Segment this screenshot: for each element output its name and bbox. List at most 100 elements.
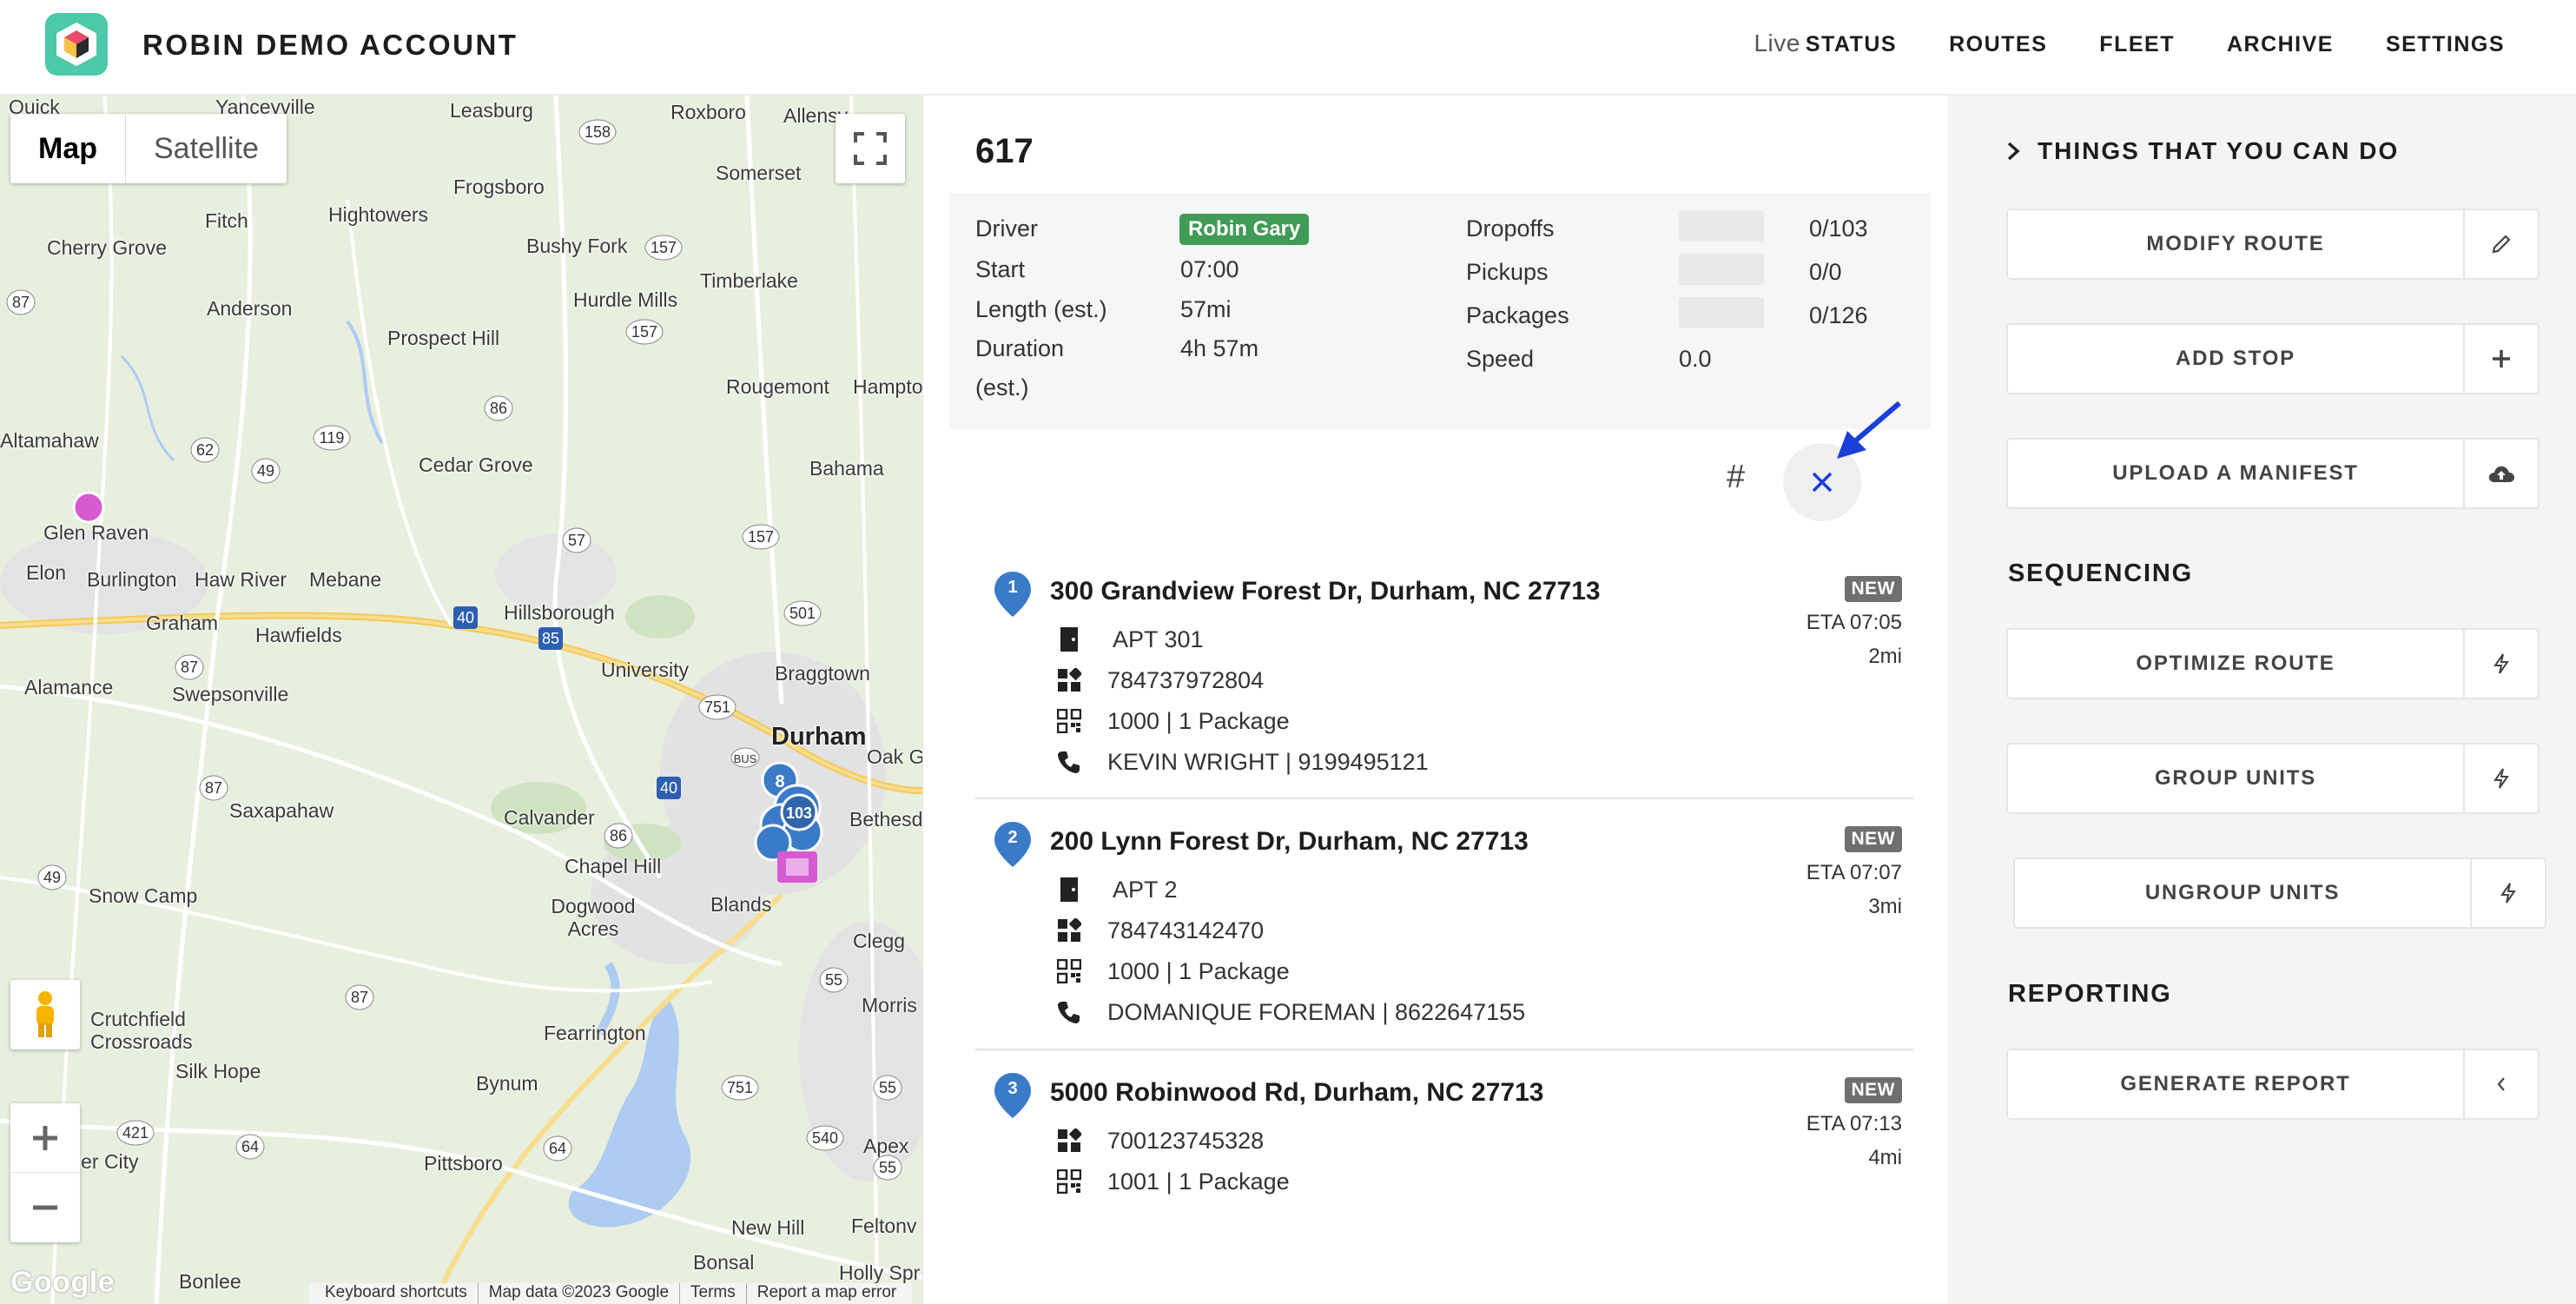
nav-live-status[interactable]: Live STATUS: [1754, 30, 1897, 57]
stop-number-pin: 2: [993, 820, 1033, 869]
generate-report-button[interactable]: GENERATE REPORT: [2006, 1049, 2540, 1120]
map-label: Hampto: [853, 375, 922, 398]
length-label: Length (est.): [975, 296, 1107, 322]
main-nav: Live STATUS ROUTES FLEET ARCHIVE SETTINGS: [1754, 30, 2505, 57]
map-label: Cedar Grove: [419, 453, 533, 476]
hash-toggle[interactable]: #: [1727, 459, 1745, 496]
map-label: Alamance: [24, 676, 114, 698]
map-label: Graham: [146, 612, 219, 634]
stop-contact: DOMANIQUE FOREMAN | 8622647155: [1107, 999, 1526, 1025]
map-label: Elon: [26, 561, 67, 584]
nav-fleet[interactable]: FLEET: [2099, 32, 2175, 57]
map-label: Snow Camp: [89, 884, 198, 907]
svg-text:157: 157: [651, 239, 677, 256]
driver-name-badge[interactable]: Robin Gary: [1179, 214, 1310, 245]
map-type-toggle: Map Satellite: [10, 114, 287, 183]
stop-address[interactable]: 5000 Robinwood Rd, Durham, NC 27713: [1050, 1078, 1543, 1108]
map-label: Oak G: [867, 745, 922, 768]
keyboard-shortcuts-link[interactable]: Keyboard shortcuts: [314, 1283, 479, 1304]
qr-code-icon: [1054, 956, 1085, 987]
pickups-value: 0/0: [1809, 259, 1842, 285]
map-label: Mebane: [309, 568, 382, 591]
nav-archive[interactable]: ARCHIVE: [2227, 32, 2334, 57]
new-badge: NEW: [1844, 1077, 1902, 1103]
map-label: New Hill: [731, 1216, 805, 1239]
zoom-in-button[interactable]: [10, 1103, 80, 1173]
svg-text:751: 751: [727, 1079, 753, 1096]
map-label: Clegg: [853, 930, 906, 952]
map-type-satellite-button[interactable]: Satellite: [126, 114, 287, 183]
svg-text:157: 157: [631, 323, 657, 341]
map-type-map-button[interactable]: Map: [10, 114, 126, 183]
map-label: Leasburg: [450, 99, 533, 122]
fullscreen-button[interactable]: [836, 114, 905, 183]
terms-link[interactable]: Terms: [680, 1283, 747, 1304]
stop-apartment: APT 2: [1113, 877, 1178, 903]
ungroup-units-button[interactable]: UNGROUP UNITS: [2013, 857, 2546, 929]
actions-panel: THINGS THAT YOU CAN DO MODIFY ROUTE ADD …: [1947, 96, 2576, 1304]
route-map[interactable]: 8 103 158 157 157 87 86 62 119 49 57 157…: [0, 96, 922, 1304]
street-view-pegman[interactable]: [10, 980, 80, 1049]
map-label: Bynum: [476, 1072, 538, 1095]
zoom-out-button[interactable]: [10, 1173, 80, 1242]
things-you-can-do-toggle[interactable]: THINGS THAT YOU CAN DO: [2006, 137, 2399, 165]
nav-settings[interactable]: SETTINGS: [2386, 32, 2505, 57]
modify-route-button[interactable]: MODIFY ROUTE: [2006, 209, 2540, 280]
pegman-icon: [36, 991, 54, 1037]
map-label: Holly Spr: [839, 1261, 921, 1284]
svg-text:87: 87: [12, 294, 30, 311]
stop-distance: 4mi: [1868, 1146, 1902, 1169]
chevron-left-icon: [2463, 1050, 2538, 1118]
map-label: Somerset: [716, 162, 802, 184]
chevron-right-icon: [2007, 142, 2020, 161]
door-icon: [1054, 874, 1085, 905]
stop-divider: [975, 1049, 1913, 1050]
google-logo[interactable]: Google: [10, 1266, 115, 1300]
map-label: Feltonv: [851, 1215, 917, 1237]
map-label: Calvander: [504, 806, 595, 829]
map-label: Roxboro: [670, 101, 746, 123]
dropoffs-value: 0/103: [1809, 215, 1868, 242]
plus-icon: [2463, 325, 2538, 393]
svg-text:40: 40: [457, 609, 474, 626]
report-map-error-link[interactable]: Report a map error: [747, 1283, 908, 1304]
map-label-city: Durham: [771, 723, 867, 751]
map-label: Apex: [863, 1135, 909, 1157]
svg-text:86: 86: [610, 827, 627, 844]
svg-text:64: 64: [241, 1138, 259, 1155]
account-name: ROBIN DEMO ACCOUNT: [142, 29, 519, 61]
map-label: Bonlee: [179, 1270, 241, 1293]
svg-text:49: 49: [43, 869, 61, 886]
map-label: Bethesd: [849, 808, 922, 831]
stop-distance: 2mi: [1868, 645, 1902, 668]
driver-label: Driver: [975, 215, 1038, 242]
stop-address[interactable]: 200 Lynn Forest Dr, Durham, NC 27713: [1050, 827, 1529, 857]
add-stop-button[interactable]: ADD STOP: [2006, 323, 2540, 394]
cloud-upload-icon: [2463, 440, 2538, 507]
barcode-grid-icon: [1054, 1125, 1085, 1156]
add-stop-label: ADD STOP: [2176, 347, 2295, 370]
optimize-route-button[interactable]: OPTIMIZE ROUTE: [2006, 628, 2540, 699]
map-label: Braggtown: [775, 662, 870, 685]
svg-text:87: 87: [181, 659, 198, 676]
upload-manifest-button[interactable]: UPLOAD A MANIFEST: [2006, 438, 2540, 509]
pickups-progress-bar: [1679, 254, 1764, 285]
packages-value: 0/126: [1809, 302, 1868, 328]
packages-label: Packages: [1466, 302, 1569, 328]
stop-barcode: 700123745328: [1107, 1128, 1265, 1154]
map-attribution: Keyboard shortcuts Map data ©2023 Google…: [309, 1283, 913, 1304]
annotation-arrow-icon: [1837, 400, 1901, 459]
group-units-button[interactable]: GROUP UNITS: [2006, 743, 2540, 814]
nav-routes[interactable]: ROUTES: [1949, 32, 2047, 57]
sequencing-header: SEQUENCING: [2008, 559, 2193, 587]
stop-address[interactable]: 300 Grandview Forest Dr, Durham, NC 2771…: [1050, 577, 1601, 606]
svg-text:103: 103: [786, 804, 812, 822]
minus-icon: [33, 1205, 57, 1210]
map-label: ler City: [76, 1150, 139, 1173]
route-detail-panel: 617 Driver Start Length (est.) Duration …: [922, 96, 1947, 1304]
app-logo[interactable]: [45, 13, 108, 76]
stop-apartment: APT 301: [1113, 626, 1204, 652]
generate-report-label: GENERATE REPORT: [2120, 1072, 2351, 1095]
map-label: University: [601, 659, 689, 681]
lightning-icon: [2470, 859, 2545, 927]
